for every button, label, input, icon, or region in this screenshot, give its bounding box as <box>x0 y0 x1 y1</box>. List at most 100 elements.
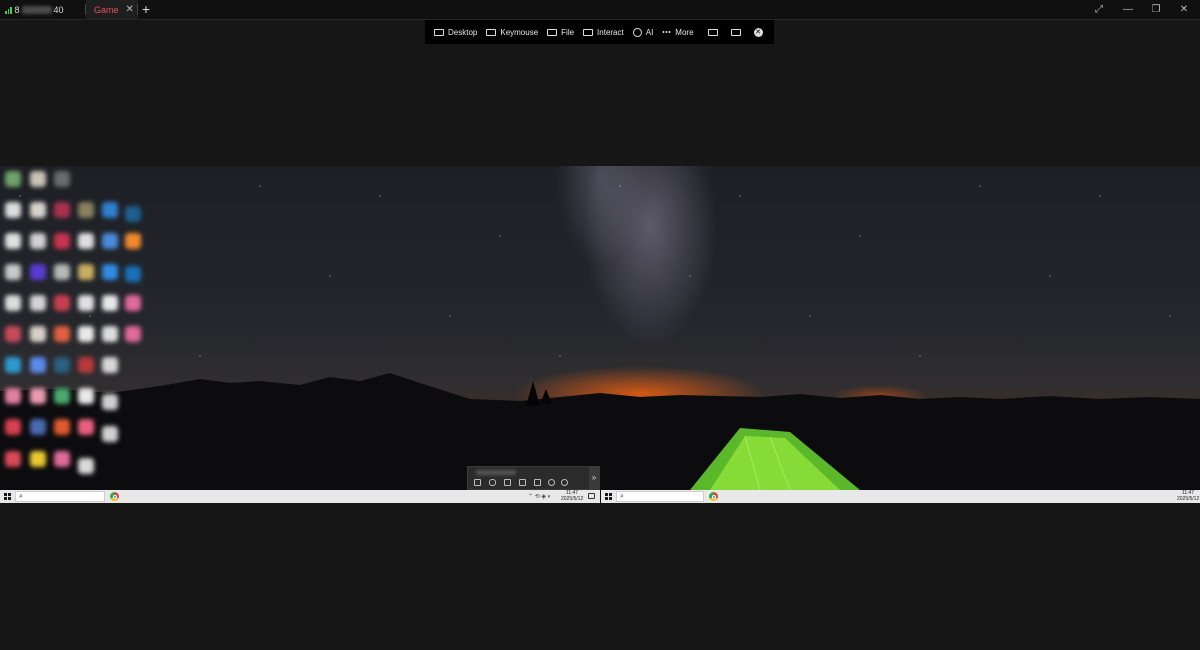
desktop-icon[interactable] <box>30 326 46 342</box>
desktop-icon[interactable] <box>102 394 118 410</box>
desktop-icon[interactable] <box>30 233 46 249</box>
desktop-icon[interactable] <box>5 326 21 342</box>
ai-icon[interactable] <box>548 479 555 486</box>
window-icon <box>730 28 741 36</box>
desktop-icon[interactable] <box>125 266 141 282</box>
system-tray-icons[interactable]: ⌃ ⟲ ◈ ◐ <box>528 493 551 500</box>
taskbar-clock[interactable]: 11:47 2025/5/12 <box>561 490 583 502</box>
desktop-icon[interactable] <box>30 295 46 311</box>
desktop-icon[interactable] <box>5 388 21 404</box>
desktop-icon[interactable] <box>54 357 70 373</box>
desktop-icon[interactable] <box>102 233 118 249</box>
screenshot-icon[interactable] <box>504 479 511 486</box>
desktop-icon[interactable] <box>78 264 94 280</box>
chrome-icon[interactable] <box>110 492 119 501</box>
desktop-icon[interactable] <box>102 426 118 442</box>
desktop-icon[interactable] <box>78 357 94 373</box>
toolbar-screen-button[interactable] <box>707 28 722 36</box>
toolbar-desktop-button[interactable]: Desktop <box>434 28 477 37</box>
windows-start-icon[interactable] <box>605 493 612 500</box>
tab-connection[interactable]: 8 40 <box>2 0 84 19</box>
toolbar-file-button[interactable]: File <box>547 28 574 37</box>
taskbar-search-box[interactable]: ⌕ <box>15 491 105 502</box>
chrome-icon[interactable] <box>709 492 718 501</box>
remote-toolbar: Desktop Keymouse File Interact AI More ✕ <box>425 20 774 44</box>
desktop-icon[interactable] <box>78 202 94 218</box>
desktop-icon[interactable] <box>78 326 94 342</box>
desktop-icon[interactable] <box>30 451 46 467</box>
toolbar-keymouse-button[interactable]: Keymouse <box>486 28 538 37</box>
taskbar-clock[interactable]: 11:47 2025/5/12 <box>1177 490 1199 502</box>
desktop-icon[interactable] <box>125 326 141 342</box>
desktop-icon[interactable] <box>78 419 94 435</box>
restore-button[interactable]: ❐ <box>1142 0 1170 19</box>
desktop-icon[interactable] <box>78 388 94 404</box>
toolbar-more-button[interactable]: More <box>662 28 694 37</box>
desktop-icon[interactable] <box>54 202 70 218</box>
remote-desktop-view[interactable]: ⌕ ⌃ ⟲ ◈ ◐ 11:47 2025/5/12 ⌕ 11:47 2025/5… <box>0 166 1200 503</box>
desktop-icon[interactable] <box>54 451 70 467</box>
expand-minibar-button[interactable]: » <box>589 467 599 489</box>
desktop-icon[interactable] <box>102 357 118 373</box>
desktop-icon[interactable] <box>78 295 94 311</box>
desktop-icon[interactable] <box>5 451 21 467</box>
desktop-icon[interactable] <box>30 264 46 280</box>
desktop-icon[interactable] <box>102 295 118 311</box>
floating-mini-toolbar[interactable]: » <box>467 466 600 490</box>
chat-icon[interactable] <box>474 479 481 486</box>
toolbar-close-button[interactable]: ✕ <box>753 27 767 37</box>
folder-icon[interactable] <box>534 479 541 486</box>
signal-bars-icon <box>5 6 12 14</box>
desktop-icon[interactable] <box>5 419 21 435</box>
fit-window-button[interactable]: ⤢ <box>1085 0 1113 19</box>
file-icon[interactable] <box>519 479 526 486</box>
desktop-icon[interactable] <box>5 233 21 249</box>
desktop-icon[interactable] <box>78 233 94 249</box>
minimize-button[interactable]: — <box>1114 0 1142 19</box>
desktop-icon[interactable] <box>30 388 46 404</box>
clock-date: 2025/5/12 <box>1177 496 1200 502</box>
desktop-icon[interactable] <box>5 171 21 187</box>
desktop-icon[interactable] <box>78 458 94 474</box>
new-tab-button[interactable]: + <box>138 0 154 19</box>
toolbar-label: Interact <box>597 27 624 37</box>
desktop-icon[interactable] <box>125 233 141 249</box>
desktop-icon[interactable] <box>30 357 46 373</box>
toolbar-window-button[interactable] <box>730 28 745 36</box>
close-window-button[interactable]: ✕ <box>1170 0 1198 19</box>
desktop-icon[interactable] <box>102 202 118 218</box>
more-dots-icon <box>662 31 672 33</box>
desktop-icon[interactable] <box>30 171 46 187</box>
toolbar-ai-button[interactable]: AI <box>632 27 653 37</box>
desktop-icon[interactable] <box>30 202 46 218</box>
desktop-icon[interactable] <box>30 419 46 435</box>
desktop-icon[interactable] <box>54 171 70 187</box>
desktop-icon[interactable] <box>54 419 70 435</box>
desktop-icon[interactable] <box>54 388 70 404</box>
notification-icon[interactable] <box>588 493 595 499</box>
mountain-silhouette <box>0 373 1200 503</box>
search-icon: ⌕ <box>19 493 23 500</box>
desktop-icon[interactable] <box>5 295 21 311</box>
close-tab-icon[interactable]: ✕ <box>126 4 134 15</box>
remote-taskbar-left: ⌕ ⌃ ⟲ ◈ ◐ 11:47 2025/5/12 <box>0 490 600 503</box>
desktop-icon[interactable] <box>54 326 70 342</box>
tab-game[interactable]: Game ✕ <box>86 0 138 19</box>
desktop-icon[interactable] <box>102 326 118 342</box>
desktop-icon[interactable] <box>5 357 21 373</box>
desktop-icon[interactable] <box>54 264 70 280</box>
microphone-icon[interactable] <box>489 479 496 486</box>
toolbar-interact-button[interactable]: Interact <box>583 28 624 37</box>
taskbar-search-box[interactable]: ⌕ <box>616 491 704 502</box>
desktop-icon[interactable] <box>125 295 141 311</box>
record-icon[interactable] <box>561 479 568 486</box>
remote-taskbar-right: ⌕ 11:47 2025/5/12 <box>601 490 1200 503</box>
windows-start-icon[interactable] <box>4 493 11 500</box>
desktop-icon[interactable] <box>102 264 118 280</box>
toolbar-label: File <box>561 27 575 37</box>
desktop-icon[interactable] <box>125 206 141 222</box>
desktop-icon[interactable] <box>5 202 21 218</box>
desktop-icon[interactable] <box>54 295 70 311</box>
desktop-icon[interactable] <box>5 264 21 280</box>
desktop-icon[interactable] <box>54 233 70 249</box>
